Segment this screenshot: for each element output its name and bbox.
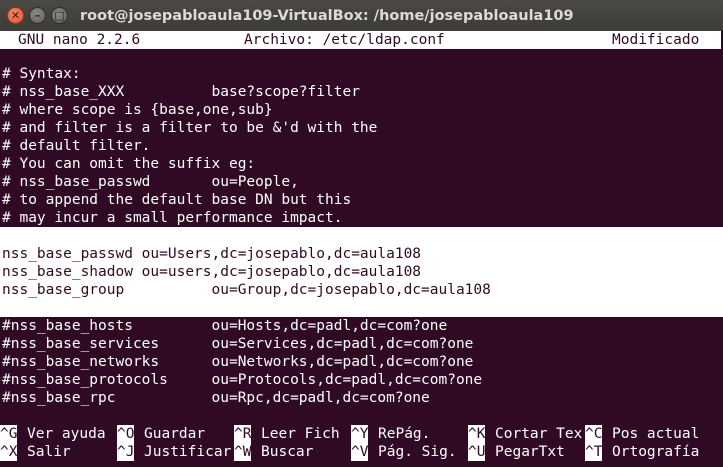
- shortcut-key: ^U: [468, 443, 486, 461]
- window-titlebar: ✕ – □ root@josepabloaula109-VirtualBox: …: [0, 0, 723, 31]
- editor-line: #nss_base_hosts ou=Hosts,dc=padl,dc=com?…: [2, 318, 448, 334]
- shortcut-label: Guardar: [144, 426, 206, 442]
- editor-line: # may incur a small performance impact.: [2, 210, 343, 226]
- editor-line: nss_base_shadow ou=users,dc=josepablo,dc…: [2, 264, 422, 280]
- maximize-icon[interactable]: □: [51, 7, 68, 24]
- window-title: root@josepabloaula109-VirtualBox: /home/…: [80, 7, 574, 24]
- close-icon[interactable]: ✕: [7, 7, 24, 24]
- editor-line: # where scope is {base,one,sub}: [2, 102, 273, 118]
- shortcut-label: Pos actual: [612, 426, 700, 442]
- editor-line: nss_base_passwd ou=Users,dc=josepablo,dc…: [2, 246, 422, 262]
- nano-version: GNU nano 2.2.6: [18, 32, 141, 48]
- editor-line: # and filter is a filter to be &'d with …: [2, 120, 378, 136]
- shortcut-key: ^V: [351, 443, 369, 461]
- editor-line: # nss_base_XXX base?scope?filter: [2, 84, 360, 100]
- shortcut-label: Buscar: [261, 444, 314, 460]
- shortcut-label: Pág. Sig.: [378, 444, 457, 460]
- shortcut-key: ^C: [585, 425, 603, 443]
- shortcut-key: ^T: [585, 443, 603, 461]
- shortcut-label: Justificar: [144, 444, 232, 460]
- terminal-area[interactable]: GNU nano 2.2.6 Archivo: /etc/ldap.conf M…: [0, 31, 723, 467]
- editor-line: nss_base_group ou=Group,dc=josepablo,dc=…: [2, 282, 491, 298]
- shortcut-label: Ortografía: [612, 444, 700, 460]
- editor-line: # nss_base_passwd ou=People,: [2, 174, 299, 190]
- shortcut-key: ^O: [117, 425, 135, 443]
- text-cursor: [0, 299, 9, 317]
- shortcut-label: RePág.: [378, 426, 431, 442]
- nano-header-bar: GNU nano 2.2.6 Archivo: /etc/ldap.conf M…: [0, 31, 721, 49]
- minimize-icon[interactable]: –: [29, 7, 46, 24]
- editor-line: # Syntax:: [2, 66, 81, 82]
- shortcut-label: Cortar Tex: [495, 426, 583, 442]
- shortcut-key: ^J: [117, 443, 135, 461]
- shortcut-key: ^G: [0, 425, 18, 443]
- editor-line: # default filter.: [2, 138, 151, 154]
- editor-line: #nss_base_rpc ou=Rpc,dc=padl,dc=com?one: [2, 390, 430, 406]
- shortcut-key: ^W: [234, 443, 252, 461]
- editor-line: #nss_base_networks ou=Networks,dc=padl,d…: [2, 354, 474, 370]
- nano-modified-status: Modificado: [612, 32, 700, 48]
- shortcut-label: Ver ayuda: [27, 426, 106, 442]
- editor-line: # You can omit the suffix eg:: [2, 156, 256, 172]
- nano-filename: Archivo: /etc/ldap.conf: [244, 32, 445, 48]
- shortcut-key: ^Y: [351, 425, 369, 443]
- shortcut-label: Salir: [27, 444, 71, 460]
- shortcut-key: ^X: [0, 443, 18, 461]
- shortcut-label: Leer Fich: [261, 426, 340, 442]
- editor-line: # to append the default base DN but this: [2, 192, 352, 208]
- shortcut-key: ^K: [468, 425, 486, 443]
- editor-line: #nss_base_services ou=Services,dc=padl,d…: [2, 336, 474, 352]
- editor-line: #nss_base_protocols ou=Protocols,dc=padl…: [2, 372, 483, 388]
- shortcut-label: PegarTxt: [495, 444, 565, 460]
- shortcut-key: ^R: [234, 425, 252, 443]
